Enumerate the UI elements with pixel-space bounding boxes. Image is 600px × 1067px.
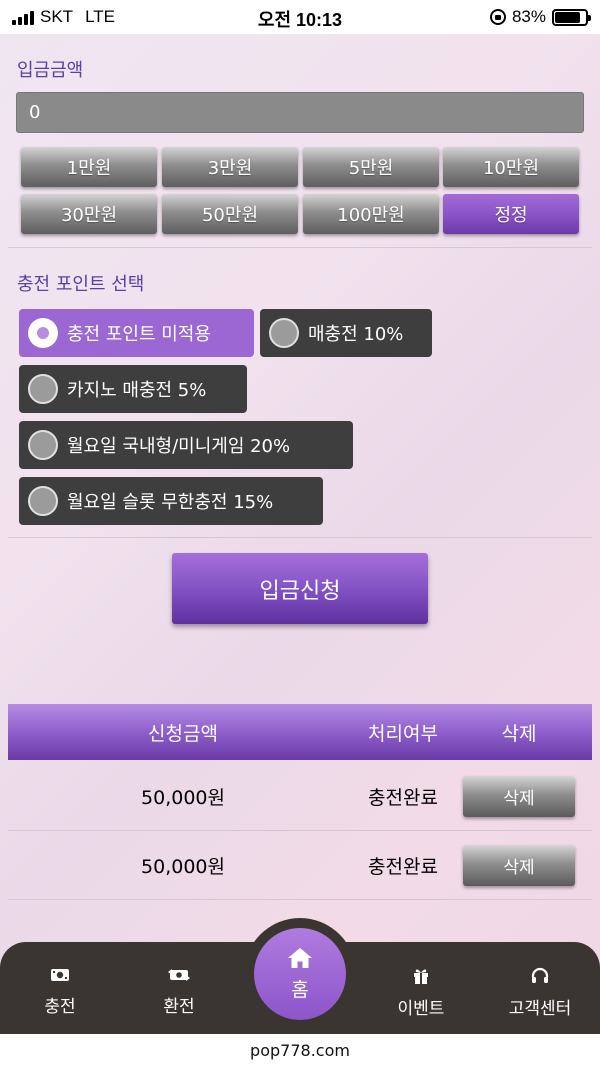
deposit-amount-input[interactable] xyxy=(16,92,584,133)
nav-label: 고객센터 xyxy=(508,999,572,1019)
divider xyxy=(8,247,592,248)
amount-100000-button[interactable]: 10만원 xyxy=(443,147,579,187)
row-amount: 50,000원 xyxy=(141,786,225,809)
column-header-amount: 신청금액 xyxy=(148,722,218,745)
gift-icon xyxy=(366,967,476,988)
radio-unselected-icon xyxy=(28,374,58,404)
table-header: 신청금액 처리여부 삭제 xyxy=(8,704,592,760)
nav-label: 이벤트 xyxy=(397,999,445,1019)
deposit-amount-title: 입금금액 xyxy=(17,60,84,81)
status-right: 83% xyxy=(489,7,591,27)
point-option-every-charge-10[interactable]: 매충전 10% xyxy=(260,309,432,357)
row-divider xyxy=(8,899,592,900)
radio-unselected-icon xyxy=(28,430,58,460)
point-option-label: 카지노 매충전 5% xyxy=(67,380,207,401)
radio-unselected-icon xyxy=(269,318,299,348)
deposit-request-button[interactable]: 입금신청 xyxy=(172,553,428,624)
reset-amount-button[interactable]: 정정 xyxy=(443,194,579,234)
point-option-label: 월요일 국내형/미니게임 20% xyxy=(67,436,291,457)
amount-300000-button[interactable]: 30만원 xyxy=(21,194,157,234)
point-option-label: 매충전 10% xyxy=(308,324,404,345)
amount-500000-button[interactable]: 50만원 xyxy=(162,194,298,234)
headset-icon xyxy=(485,967,595,988)
nav-label: 충전 xyxy=(44,997,76,1017)
home-icon xyxy=(287,947,313,973)
nav-item-event[interactable]: 이벤트 xyxy=(366,955,476,1019)
table-row: 50,000원 충전완료 삭제 xyxy=(8,762,592,830)
point-option-label: 충전 포인트 미적용 xyxy=(67,324,211,345)
nav-item-home[interactable]: 홈 xyxy=(254,928,346,1020)
nav-label: 홈 xyxy=(291,978,309,1001)
divider xyxy=(8,537,592,538)
battery-icon xyxy=(552,8,591,26)
footer-url: pop778.com xyxy=(0,1034,600,1067)
orientation-lock-icon xyxy=(489,9,506,25)
table-row: 50,000원 충전완료 삭제 xyxy=(8,831,592,899)
row-amount: 50,000원 xyxy=(141,855,225,878)
delete-button[interactable]: 삭제 xyxy=(463,844,575,886)
point-option-monday-domestic-20[interactable]: 월요일 국내형/미니게임 20% xyxy=(19,421,353,469)
amount-10000-button[interactable]: 1만원 xyxy=(21,147,157,187)
radio-selected-icon xyxy=(28,318,58,348)
row-status: 충전완료 xyxy=(368,855,438,878)
amount-1000000-button[interactable]: 100만원 xyxy=(303,194,439,234)
column-header-delete: 삭제 xyxy=(501,722,537,745)
radio-unselected-icon xyxy=(28,486,58,516)
point-option-label: 월요일 슬롯 무한충전 15% xyxy=(67,492,274,513)
status-bar: SKT LTE 오전 10:13 83% xyxy=(0,0,600,34)
point-option-monday-slot-15[interactable]: 월요일 슬롯 무한충전 15% xyxy=(19,477,323,525)
nav-item-support[interactable]: 고객센터 xyxy=(485,955,595,1019)
point-option-none[interactable]: 충전 포인트 미적용 xyxy=(19,309,254,357)
charge-point-title: 충전 포인트 선택 xyxy=(17,274,145,295)
money-icon xyxy=(5,967,115,986)
nav-item-exchange[interactable]: 환전 xyxy=(124,955,234,1017)
amount-30000-button[interactable]: 3만원 xyxy=(162,147,298,187)
nav-label: 환전 xyxy=(163,997,195,1017)
delete-button[interactable]: 삭제 xyxy=(463,775,575,817)
column-header-status: 처리여부 xyxy=(368,722,438,745)
battery-percent: 83% xyxy=(511,7,546,26)
nav-item-charge[interactable]: 충전 xyxy=(5,955,115,1017)
amount-50000-button[interactable]: 5만원 xyxy=(303,147,439,187)
exchange-icon xyxy=(124,967,234,986)
row-status: 충전완료 xyxy=(368,786,438,809)
point-option-casino-5[interactable]: 카지노 매충전 5% xyxy=(19,365,247,413)
